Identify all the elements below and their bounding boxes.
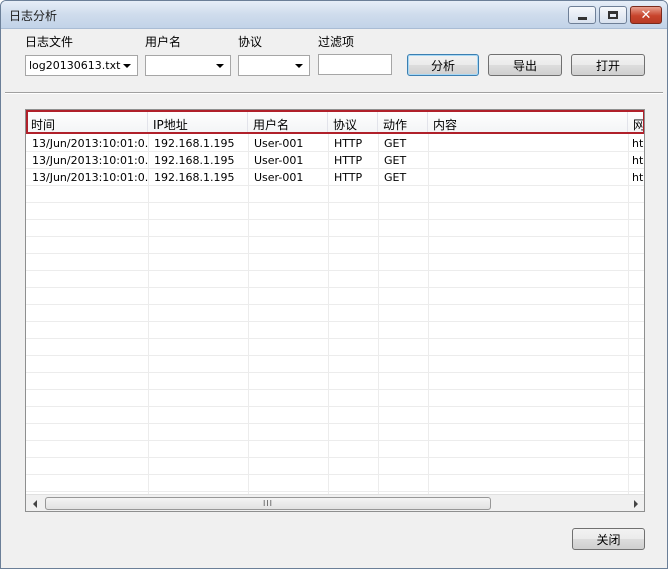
cell-time: 13/Jun/2013:10:01:0... [32, 137, 148, 150]
scrollbar-thumb[interactable]: III [45, 497, 491, 510]
cell-username: User-001 [254, 137, 304, 150]
cell-action: GET [384, 171, 407, 184]
close-icon: ✕ [640, 7, 652, 23]
row-line [26, 219, 644, 220]
chevron-down-icon [216, 64, 224, 68]
cell-ip: 192.168.1.195 [154, 171, 235, 184]
username-label: 用户名 [145, 35, 182, 49]
row-line [26, 202, 644, 203]
window-title: 日志分析 [9, 9, 58, 23]
username-select[interactable] [145, 55, 231, 76]
cell-protocol: HTTP [334, 154, 363, 167]
table-row[interactable]: 13/Jun/2013:10:01:0... 192.168.1.195 Use… [26, 152, 644, 169]
maximize-icon [608, 11, 618, 19]
cell-web: ht [632, 137, 644, 150]
protocol-select[interactable] [238, 55, 310, 76]
row-line [26, 406, 644, 407]
table-row[interactable]: 13/Jun/2013:10:01:0... 192.168.1.195 Use… [26, 169, 644, 186]
cell-web: ht [632, 154, 644, 167]
row-line [26, 287, 644, 288]
cell-protocol: HTTP [334, 137, 363, 150]
logfile-select[interactable]: log20130613.txt [25, 55, 138, 76]
chevron-down-icon [295, 64, 303, 68]
row-line [26, 389, 644, 390]
cell-protocol: HTTP [334, 171, 363, 184]
cell-username: User-001 [254, 171, 304, 184]
cell-content [428, 135, 628, 152]
horizontal-scrollbar[interactable]: III [26, 494, 644, 511]
minimize-icon [577, 16, 587, 20]
row-line [26, 440, 644, 441]
maximize-button[interactable] [599, 6, 627, 24]
close-window-button[interactable]: ✕ [630, 6, 662, 24]
row-line [26, 491, 644, 492]
logfile-select-value: log20130613.txt [29, 59, 121, 72]
column-header-ip[interactable]: IP地址 [148, 110, 248, 134]
row-line [26, 304, 644, 305]
cell-time: 13/Jun/2013:10:01:0... [32, 154, 148, 167]
column-header-action[interactable]: 动作 [378, 110, 428, 134]
cell-ip: 192.168.1.195 [154, 137, 235, 150]
export-button[interactable]: 导出 [488, 54, 562, 76]
cell-ip: 192.168.1.195 [154, 154, 235, 167]
chevron-down-icon [123, 64, 131, 68]
separator [5, 92, 663, 94]
cell-content [428, 169, 628, 186]
row-line [26, 372, 644, 373]
grip-icon: III [262, 499, 274, 508]
filter-label: 过滤项 [318, 35, 355, 49]
cell-web: ht [632, 171, 644, 184]
table-row[interactable]: 13/Jun/2013:10:01:0... 192.168.1.195 Use… [26, 135, 644, 152]
row-line [26, 423, 644, 424]
filter-input[interactable] [318, 54, 392, 75]
title-bar[interactable]: 日志分析 ✕ [1, 1, 667, 29]
column-header-content[interactable]: 内容 [428, 110, 628, 134]
column-header-web[interactable]: 网 [628, 110, 644, 134]
row-line [26, 253, 644, 254]
scroll-right-button[interactable] [627, 495, 644, 511]
close-button[interactable]: 关闭 [572, 528, 645, 550]
cell-action: GET [384, 137, 407, 150]
row-line [26, 474, 644, 475]
row-line [26, 236, 644, 237]
minimize-button[interactable] [568, 6, 596, 24]
protocol-label: 协议 [238, 35, 263, 49]
arrow-left-icon [32, 499, 37, 508]
row-line [26, 321, 644, 322]
arrow-right-icon [633, 499, 638, 508]
column-header-time[interactable]: 时间 [26, 110, 148, 134]
row-line [26, 270, 644, 271]
analyze-button[interactable]: 分析 [407, 54, 479, 76]
cell-username: User-001 [254, 154, 304, 167]
row-line [26, 338, 644, 339]
cell-time: 13/Jun/2013:10:01:0... [32, 171, 148, 184]
row-line [26, 355, 644, 356]
scroll-left-button[interactable] [26, 495, 43, 511]
log-table[interactable]: 时间 IP地址 用户名 协议 动作 内容 网 13/Jun/2013:10:01… [25, 109, 645, 512]
column-header-protocol[interactable]: 协议 [328, 110, 378, 134]
logfile-label: 日志文件 [25, 35, 74, 49]
column-header-username[interactable]: 用户名 [248, 110, 328, 134]
table-header: 时间 IP地址 用户名 协议 动作 内容 网 [26, 110, 644, 134]
row-line [26, 457, 644, 458]
cell-action: GET [384, 154, 407, 167]
open-button[interactable]: 打开 [571, 54, 645, 76]
cell-content [428, 152, 628, 169]
log-analysis-window: 日志分析 ✕ 日志文件 用户名 协议 过滤项 log20130613.txt 分… [0, 0, 668, 569]
